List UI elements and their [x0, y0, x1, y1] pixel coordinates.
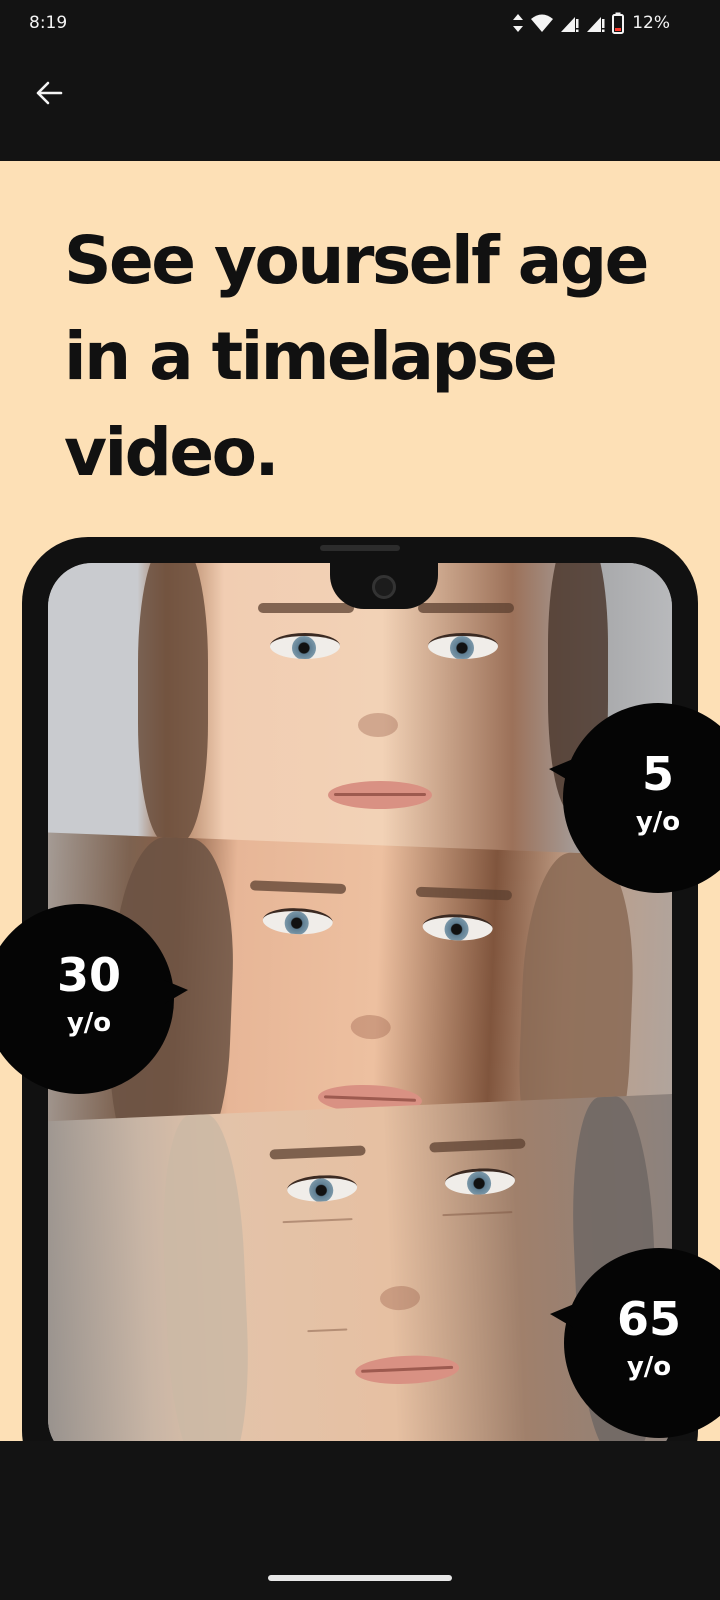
back-button[interactable]	[24, 68, 74, 118]
screen: 8:19 12% See yourself age in a timelapse…	[0, 0, 720, 1600]
bottom-area	[0, 1441, 720, 1600]
age-unit: y/o	[626, 1352, 672, 1382]
data-arrows-icon	[513, 14, 524, 32]
age-value: 30	[56, 948, 121, 1002]
camera-icon	[372, 575, 396, 599]
arrow-left-icon	[36, 81, 63, 105]
phone-speaker	[320, 545, 400, 551]
age-value: 65	[616, 1292, 681, 1346]
gesture-nav-handle[interactable]	[268, 1575, 452, 1581]
signal-icon	[587, 17, 605, 32]
age-value: 5	[641, 747, 674, 801]
wifi-icon	[531, 14, 554, 32]
phone-notch	[330, 563, 438, 609]
signal-icon	[561, 17, 579, 32]
status-time: 8:19	[29, 13, 68, 33]
battery-low-icon	[612, 12, 625, 34]
promo-headline: See yourself age in a timelapse video.	[64, 222, 649, 491]
status-bar: 8:19 12%	[0, 0, 720, 48]
promo-content: See yourself age in a timelapse video. 5…	[0, 161, 720, 1441]
age-unit: y/o	[66, 1008, 112, 1038]
status-icons: 12%	[512, 12, 670, 34]
battery-percentage: 12%	[632, 13, 670, 33]
age-unit: y/o	[635, 807, 681, 837]
app-bar	[0, 48, 720, 161]
